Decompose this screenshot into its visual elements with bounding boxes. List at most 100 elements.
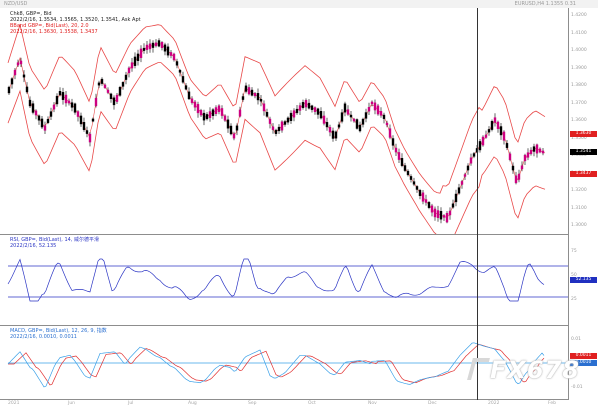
candle-body [82,121,86,130]
bollinger-lower-line [7,62,546,249]
price-chart-canvas[interactable] [0,8,568,249]
candle-body [79,115,83,125]
price-tick-label: 1.3000 [571,223,587,228]
price-tick-label: 1.3100 [571,205,587,211]
bollinger-upper-line [7,23,546,194]
candle-body [307,102,311,109]
candle-body [382,114,386,119]
window-caption-bar: NZD/USD EURUSD,H4 1.1355 0.31 [0,0,598,8]
candle-body [325,122,329,128]
candle-body [46,118,50,123]
candle-body [160,42,164,49]
candle-body [202,112,206,121]
candle-body [100,78,104,84]
candle-body [496,121,500,130]
candle-body [457,187,461,194]
candle-body [289,112,293,121]
candle-body [10,78,14,85]
candle-body [391,138,395,146]
date-axis[interactable] [0,399,568,408]
candle-body [106,89,110,93]
candle-body [343,103,347,113]
macd-legend-values: 2022/2/16, 0.0010, 0.0011 [10,334,77,340]
candle-body [499,126,503,136]
candle-body [184,85,188,90]
candle-body [400,157,404,166]
candle-body [91,118,95,122]
candle-body [217,105,221,112]
date-tick-label: Jul [128,401,134,406]
candle-body [175,61,179,66]
chart-window: NZD/USD EURUSD,H4 1.1355 0.31 Chk8, GBP=… [0,0,598,408]
candle-body [412,181,416,185]
candle-body [280,121,284,131]
candle-body [472,153,476,157]
date-tick-label: Oct [308,401,316,406]
candle-body [463,174,467,177]
candle-body [490,120,494,130]
candle-body [442,215,446,218]
candle-body [31,103,35,113]
candle-body [145,44,149,50]
candle-body [124,74,128,80]
price-tick-label: 1.4100 [571,30,587,36]
candle-body [535,144,539,154]
candle-body [25,86,29,93]
candle-body [313,107,317,112]
candle-body [319,110,323,119]
candle-body [379,111,383,116]
candle-body [76,111,80,117]
candle-body [445,212,449,223]
rsi-tick-label: 75 [571,249,577,254]
crosshair-vertical-line [477,8,478,400]
rsi-pane[interactable]: RSI, GBP=, Bid(Last), 14, 威尔德平滑 2022/2/1… [0,235,568,325]
candle-body [466,165,470,171]
date-tick-label: Feb [548,401,556,406]
candle-body [268,118,272,124]
candle-body [103,84,107,89]
price-tick-label: 1.3800 [571,83,587,88]
candle-body [49,111,53,117]
candle-body [340,112,344,122]
candle-body [190,98,194,103]
candle-body [334,131,338,139]
price-tick-label: 1.4200 [571,13,587,18]
candle-body [469,157,473,164]
candle-body [211,109,215,116]
candle-body [517,173,521,180]
candle-body [310,105,314,110]
candle-body [478,141,482,151]
price-pane[interactable]: Chk8, GBP=, Bid 2022/2/16, 1.3534, 1.356… [0,8,568,249]
candle-body [292,110,296,118]
candle-body [376,105,380,115]
candle-body [205,114,209,120]
candle-body [397,152,401,160]
candle-body [454,193,458,203]
candle-body [451,203,455,208]
candle-body [514,175,518,184]
candle-body [532,146,536,152]
candle-body [157,40,161,47]
candle-body [7,86,11,94]
candle-body [178,70,182,73]
candle-body [361,118,365,125]
candle-body [130,62,134,69]
date-tick-label: Jun [68,401,76,406]
candle-body [127,67,131,74]
candle-body [355,119,359,129]
candle-body [34,110,38,116]
candle-body [118,86,122,96]
candle-body [316,108,320,115]
candle-body [94,97,98,107]
candle-body [40,118,44,128]
candle-body [109,93,113,100]
candle-body [139,48,143,59]
candle-body [388,128,392,138]
candle-body [331,130,335,139]
candle-body [28,99,32,107]
candle-body [328,126,332,133]
candle-body [526,152,530,158]
candle-body [247,87,251,95]
candle-body [304,99,308,108]
bband-lower-tag: 1.3437 [570,171,597,177]
